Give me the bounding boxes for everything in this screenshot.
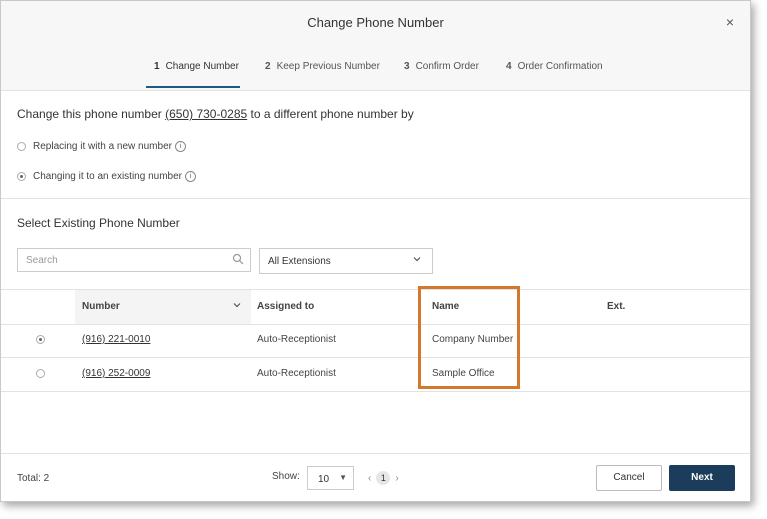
step-number: 1 <box>154 61 160 72</box>
step-number: 2 <box>265 61 271 72</box>
show-label: Show: <box>272 471 300 482</box>
column-header-ext[interactable]: Ext. <box>607 301 625 312</box>
close-icon[interactable]: × <box>726 14 734 30</box>
row-number-link[interactable]: (916) 221-0010 <box>82 334 150 345</box>
prev-page-icon[interactable]: ‹ <box>368 473 371 484</box>
chevron-down-icon <box>412 254 422 266</box>
search-icon[interactable] <box>232 253 244 268</box>
table-row[interactable]: (916) 221-0010 Auto-Receptionist Company… <box>1 323 750 358</box>
radio-change-existing[interactable] <box>17 172 26 181</box>
page-size-value: 10 <box>318 474 330 485</box>
select-existing-title: Select Existing Phone Number <box>17 216 180 230</box>
extension-filter-select[interactable]: All Extensions <box>259 248 433 274</box>
radio-replace-new[interactable] <box>17 142 26 151</box>
row-assigned-to: Auto-Receptionist <box>257 334 336 345</box>
option-replace-new[interactable]: Replacing it with a new number i <box>17 141 186 152</box>
row-select-radio[interactable] <box>36 369 45 378</box>
caret-down-icon: ▼ <box>339 473 347 482</box>
column-header-assigned-to[interactable]: Assigned to <box>257 301 314 312</box>
dialog-title: Change Phone Number <box>307 15 444 30</box>
step-keep-previous-number[interactable]: 2 Keep Previous Number <box>257 53 388 88</box>
page-size-select[interactable]: 10 ▼ <box>307 466 354 490</box>
change-method-section: Change this phone number (650) 730-0285 … <box>1 91 750 199</box>
step-number: 3 <box>404 61 410 72</box>
option-label: Changing it to an existing number <box>33 171 182 182</box>
row-number-link[interactable]: (916) 252-0009 <box>82 368 150 379</box>
dialog-footer: Total: 2 Show: 10 ▼ ‹ 1 › Cancel Next <box>1 453 750 501</box>
info-icon[interactable]: i <box>184 171 196 182</box>
search-placeholder: Search <box>26 255 58 266</box>
table-header: Number Assigned to Name Ext. <box>1 289 750 325</box>
column-header-name[interactable]: Name <box>432 301 459 312</box>
next-button[interactable]: Next <box>669 465 735 491</box>
dialog-header: Change Phone Number × 1 Change Number 2 Ke… <box>1 1 750 91</box>
row-select-radio[interactable] <box>36 335 45 344</box>
step-order-confirmation[interactable]: 4 Order Confirmation <box>498 53 611 88</box>
next-page-icon[interactable]: › <box>395 473 398 484</box>
step-confirm-order[interactable]: 3 Confirm Order <box>396 53 487 88</box>
current-phone-link[interactable]: (650) 730-0285 <box>165 107 247 121</box>
change-lead-text: Change this phone number (650) 730-0285 … <box>17 107 414 121</box>
table-row[interactable]: (916) 252-0009 Auto-Receptionist Sample … <box>1 357 750 392</box>
filter-value: All Extensions <box>268 256 331 267</box>
step-change-number[interactable]: 1 Change Number <box>146 53 240 88</box>
step-number: 4 <box>506 61 512 72</box>
sort-chevron-icon[interactable] <box>232 300 242 313</box>
pagination: ‹ 1 › <box>368 471 399 485</box>
row-name: Sample Office <box>432 368 495 379</box>
lead-before: Change this phone number <box>17 107 166 121</box>
cancel-button[interactable]: Cancel <box>596 465 662 491</box>
step-label: Keep Previous Number <box>276 61 380 72</box>
total-count: Total: 2 <box>17 473 50 484</box>
row-assigned-to: Auto-Receptionist <box>257 368 336 379</box>
change-phone-number-dialog: Change Phone Number × 1 Change Number 2 Ke… <box>0 0 751 502</box>
step-label: Confirm Order <box>415 61 479 72</box>
info-icon[interactable]: i <box>174 141 186 152</box>
column-header-number[interactable]: Number <box>82 301 120 312</box>
step-label: Change Number <box>165 61 239 72</box>
option-label: Replacing it with a new number <box>33 141 172 152</box>
option-change-existing[interactable]: Changing it to an existing number i <box>17 171 196 182</box>
row-name: Company Number <box>432 334 514 345</box>
lead-after: to a different phone number by <box>247 107 414 121</box>
step-label: Order Confirmation <box>517 61 603 72</box>
current-page[interactable]: 1 <box>376 471 391 485</box>
search-input[interactable]: Search <box>17 248 251 272</box>
